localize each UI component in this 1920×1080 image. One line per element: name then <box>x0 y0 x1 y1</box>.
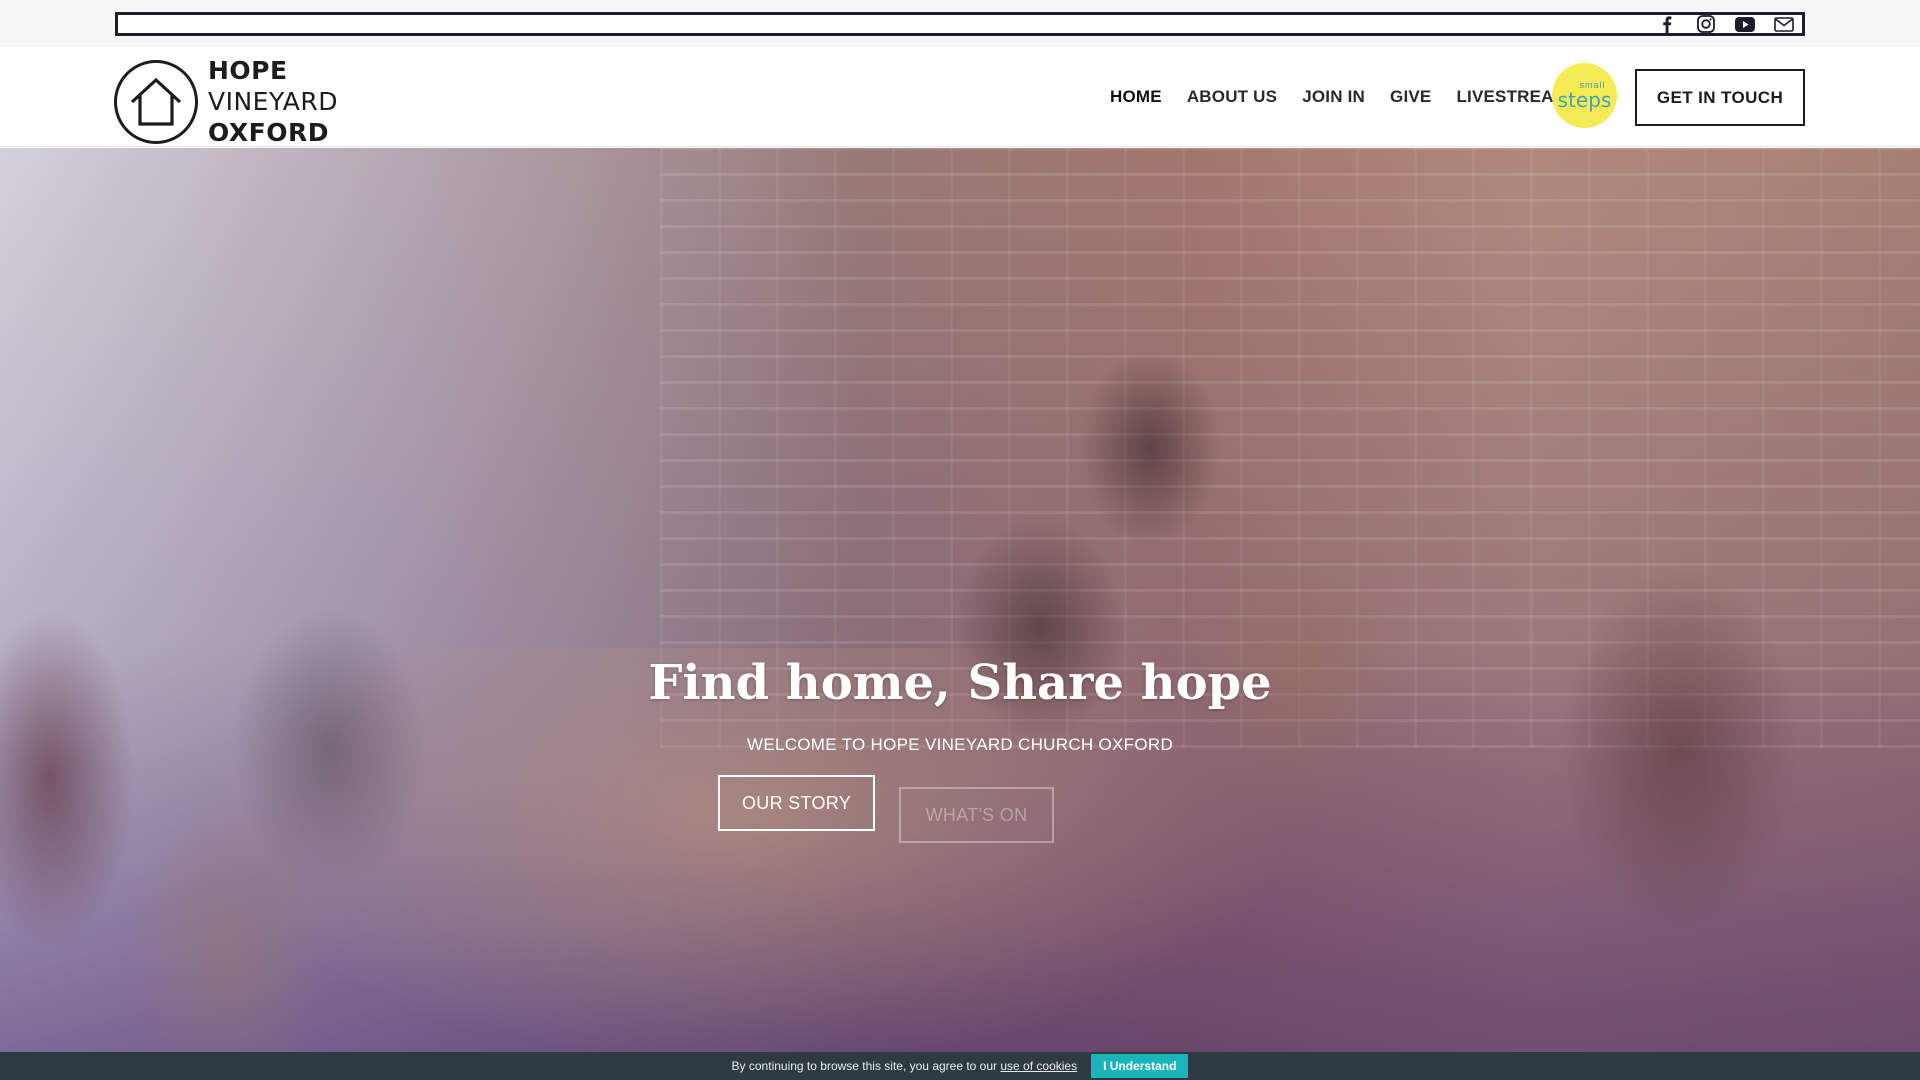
social-bar <box>115 12 1805 36</box>
logo-line-3: OXFORD <box>208 118 329 147</box>
site-logo[interactable]: HOPE VINEYARD OXFORD <box>114 55 338 148</box>
small-steps-badge[interactable]: small steps <box>1552 63 1617 128</box>
site-header: HOPE VINEYARD OXFORD HOME ABOUT US JOIN … <box>0 47 1920 147</box>
logo-line-2: VINEYARD <box>208 87 339 116</box>
our-story-button[interactable]: OUR STORY <box>718 775 875 831</box>
cookie-accept-button[interactable]: I Understand <box>1091 1054 1189 1078</box>
hero-title: Find home, Share hope <box>648 655 1272 711</box>
cookie-message-text: By continuing to browse this site, you a… <box>731 1059 998 1073</box>
social-links <box>1657 15 1802 33</box>
nav-item-about-us[interactable]: ABOUT US <box>1187 87 1277 107</box>
main-nav: HOME ABOUT US JOIN IN GIVE LIVESTREAMS <box>1110 87 1580 107</box>
nav-item-join-in[interactable]: JOIN IN <box>1302 87 1365 107</box>
small-steps-steps-text: steps <box>1557 88 1612 112</box>
nav-item-home[interactable]: HOME <box>1110 87 1162 107</box>
top-bar <box>0 0 1920 47</box>
logo-line-1: HOPE <box>208 56 288 85</box>
hero-section <box>0 148 1920 1052</box>
instagram-icon[interactable] <box>1696 15 1716 33</box>
hero-subtitle: WELCOME TO HOPE VINEYARD CHURCH OXFORD <box>746 735 1174 754</box>
nav-item-give[interactable]: GIVE <box>1390 87 1431 107</box>
youtube-icon[interactable] <box>1735 15 1755 33</box>
email-icon[interactable] <box>1774 15 1794 33</box>
whats-on-button[interactable]: WHAT'S ON <box>899 787 1054 843</box>
house-icon <box>114 59 198 144</box>
cookie-banner: By continuing to browse this site, you a… <box>0 1052 1920 1080</box>
cookie-policy-link[interactable]: use of cookies <box>1000 1059 1077 1073</box>
get-in-touch-button[interactable]: GET IN TOUCH <box>1635 69 1805 126</box>
cookie-message: By continuing to browse this site, you a… <box>732 1059 1078 1073</box>
facebook-icon[interactable] <box>1657 15 1677 33</box>
logo-wordmark: HOPE VINEYARD OXFORD <box>208 55 338 148</box>
